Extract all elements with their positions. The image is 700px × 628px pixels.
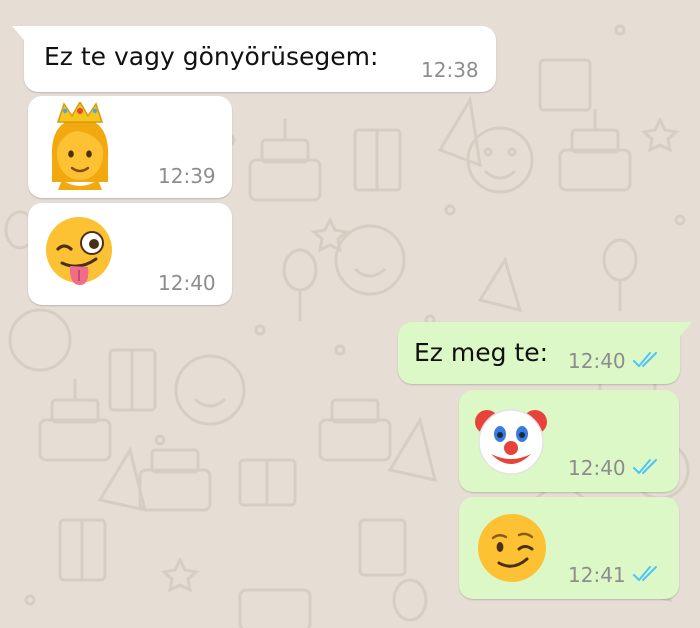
clown-face-emoji [475,409,547,475]
winking-face-emoji [478,514,546,582]
message-timestamp: 12:39 [158,164,216,188]
bubble-tail [680,322,692,336]
message-text: Ez meg te: [414,338,549,367]
message-bubble-outgoing[interactable]: Ez meg te: 12:40 [398,322,692,384]
message-bubble-incoming[interactable]: Ez te vagy gönyörüsegem: 12:38 [12,26,496,92]
bubble-tail [12,26,24,40]
message-timestamp: 12:38 [421,58,479,82]
message-bubble-outgoing[interactable]: 12:41 [459,497,679,599]
message-bubble-incoming[interactable]: 12:39 [28,96,232,198]
message-bubble-incoming[interactable]: 12:40 [28,203,232,305]
message-text: Ez te vagy gönyörüsegem: [44,42,379,71]
read-receipt-icon [633,566,657,581]
read-receipt-icon [633,352,657,367]
message-timestamp: 12:41 [568,563,626,587]
princess-emoji [51,102,109,190]
message-timestamp: 12:40 [568,456,626,480]
winking-face-with-tongue-emoji [46,217,112,285]
message-bubble-outgoing[interactable]: 12:40 [459,390,679,492]
read-receipt-icon [633,459,657,474]
message-timestamp: 12:40 [568,349,626,373]
message-timestamp: 12:40 [158,271,216,295]
